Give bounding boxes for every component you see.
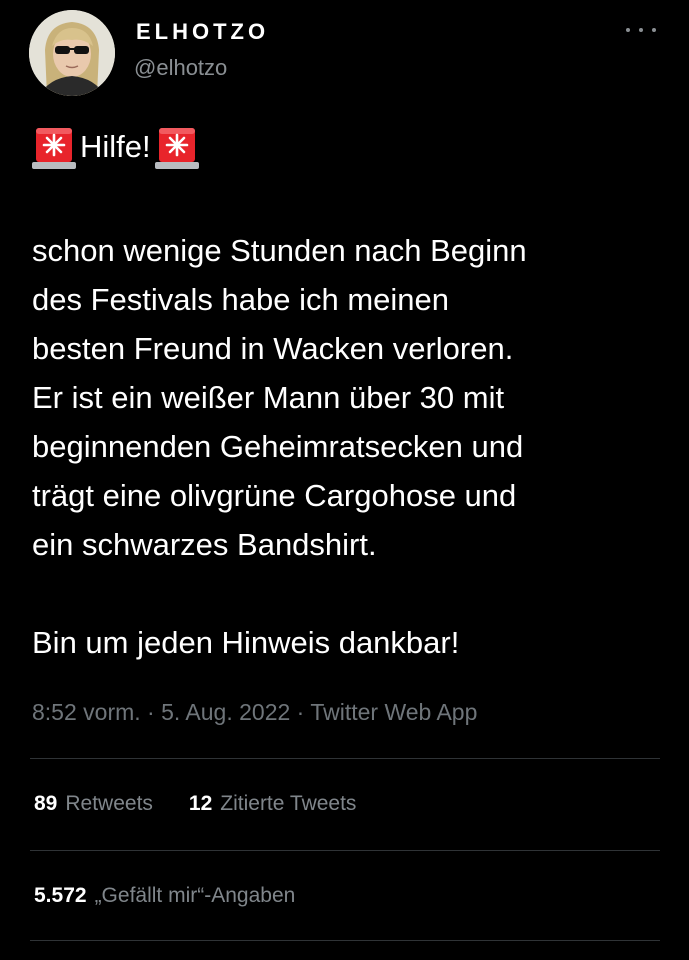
meta-separator: · (290, 699, 311, 725)
tweet-line: Er ist ein weißer Mann über 30 mit (32, 380, 505, 415)
tweet-source[interactable]: Twitter Web App (310, 699, 477, 725)
retweets-count: 89 (34, 792, 58, 815)
engagement-row: 89 Retweets 12 Zitierte Tweets (34, 790, 392, 818)
tweet-line: ein schwarzes Bandshirt. (32, 527, 377, 562)
quote-tweets-stat[interactable]: 12 Zitierte Tweets (189, 790, 357, 818)
siren-icon (153, 122, 201, 172)
tweet-body: schon wenige Stunden nach Beginn des Fes… (32, 226, 672, 569)
tweet-meta: 8:52 vorm. · 5. Aug. 2022 · Twitter Web … (32, 697, 477, 727)
more-options-icon[interactable] (626, 20, 656, 40)
tweet-line: des Festivals habe ich meinen (32, 282, 450, 317)
dot (626, 28, 630, 32)
divider (30, 850, 660, 851)
siren-icon (30, 122, 78, 172)
likes-label: „Gefällt mir“-Angaben (94, 884, 296, 907)
tweet-line: trägt eine olivgrüne Cargohose und (32, 478, 517, 513)
divider (30, 758, 660, 759)
quotes-count: 12 (188, 792, 213, 815)
profile-photo-icon (29, 10, 115, 96)
likes-row: 5.572 „Gefällt mir“-Angaben (34, 882, 331, 910)
avatar[interactable] (29, 10, 115, 96)
dot (652, 28, 656, 32)
dot (639, 28, 643, 32)
tweet-line: besten Freund in Wacken verloren. (32, 331, 514, 366)
tweet-date[interactable]: 5. Aug. 2022 (161, 699, 290, 725)
tweet-line: schon wenige Stunden nach Beginn (32, 233, 527, 268)
quotes-label: Zitierte Tweets (220, 792, 357, 815)
tweet-detail-view: ELHOTZO @elhotzo Hilfe! schon wenige Stu… (0, 0, 689, 960)
tweet-time[interactable]: 8:52 vorm. (32, 699, 141, 725)
retweets-stat[interactable]: 89 Retweets (34, 790, 153, 818)
likes-count: 5.572 (34, 884, 87, 907)
tweet-closing-line: Bin um jeden Hinweis dankbar! (32, 625, 460, 660)
meta-separator: · (140, 699, 162, 725)
author-display-name[interactable]: ELHOTZO (136, 20, 269, 44)
retweets-label: Retweets (65, 792, 153, 815)
tweet-intro-line: Hilfe! (30, 122, 201, 172)
tweet-line: beginnenden Geheimratsecken und (32, 429, 524, 464)
divider (30, 940, 660, 941)
likes-stat[interactable]: 5.572 „Gefällt mir“-Angaben (34, 882, 295, 910)
tweet-intro-text: Hilfe! (80, 129, 151, 164)
author-handle[interactable]: @elhotzo (134, 55, 227, 81)
